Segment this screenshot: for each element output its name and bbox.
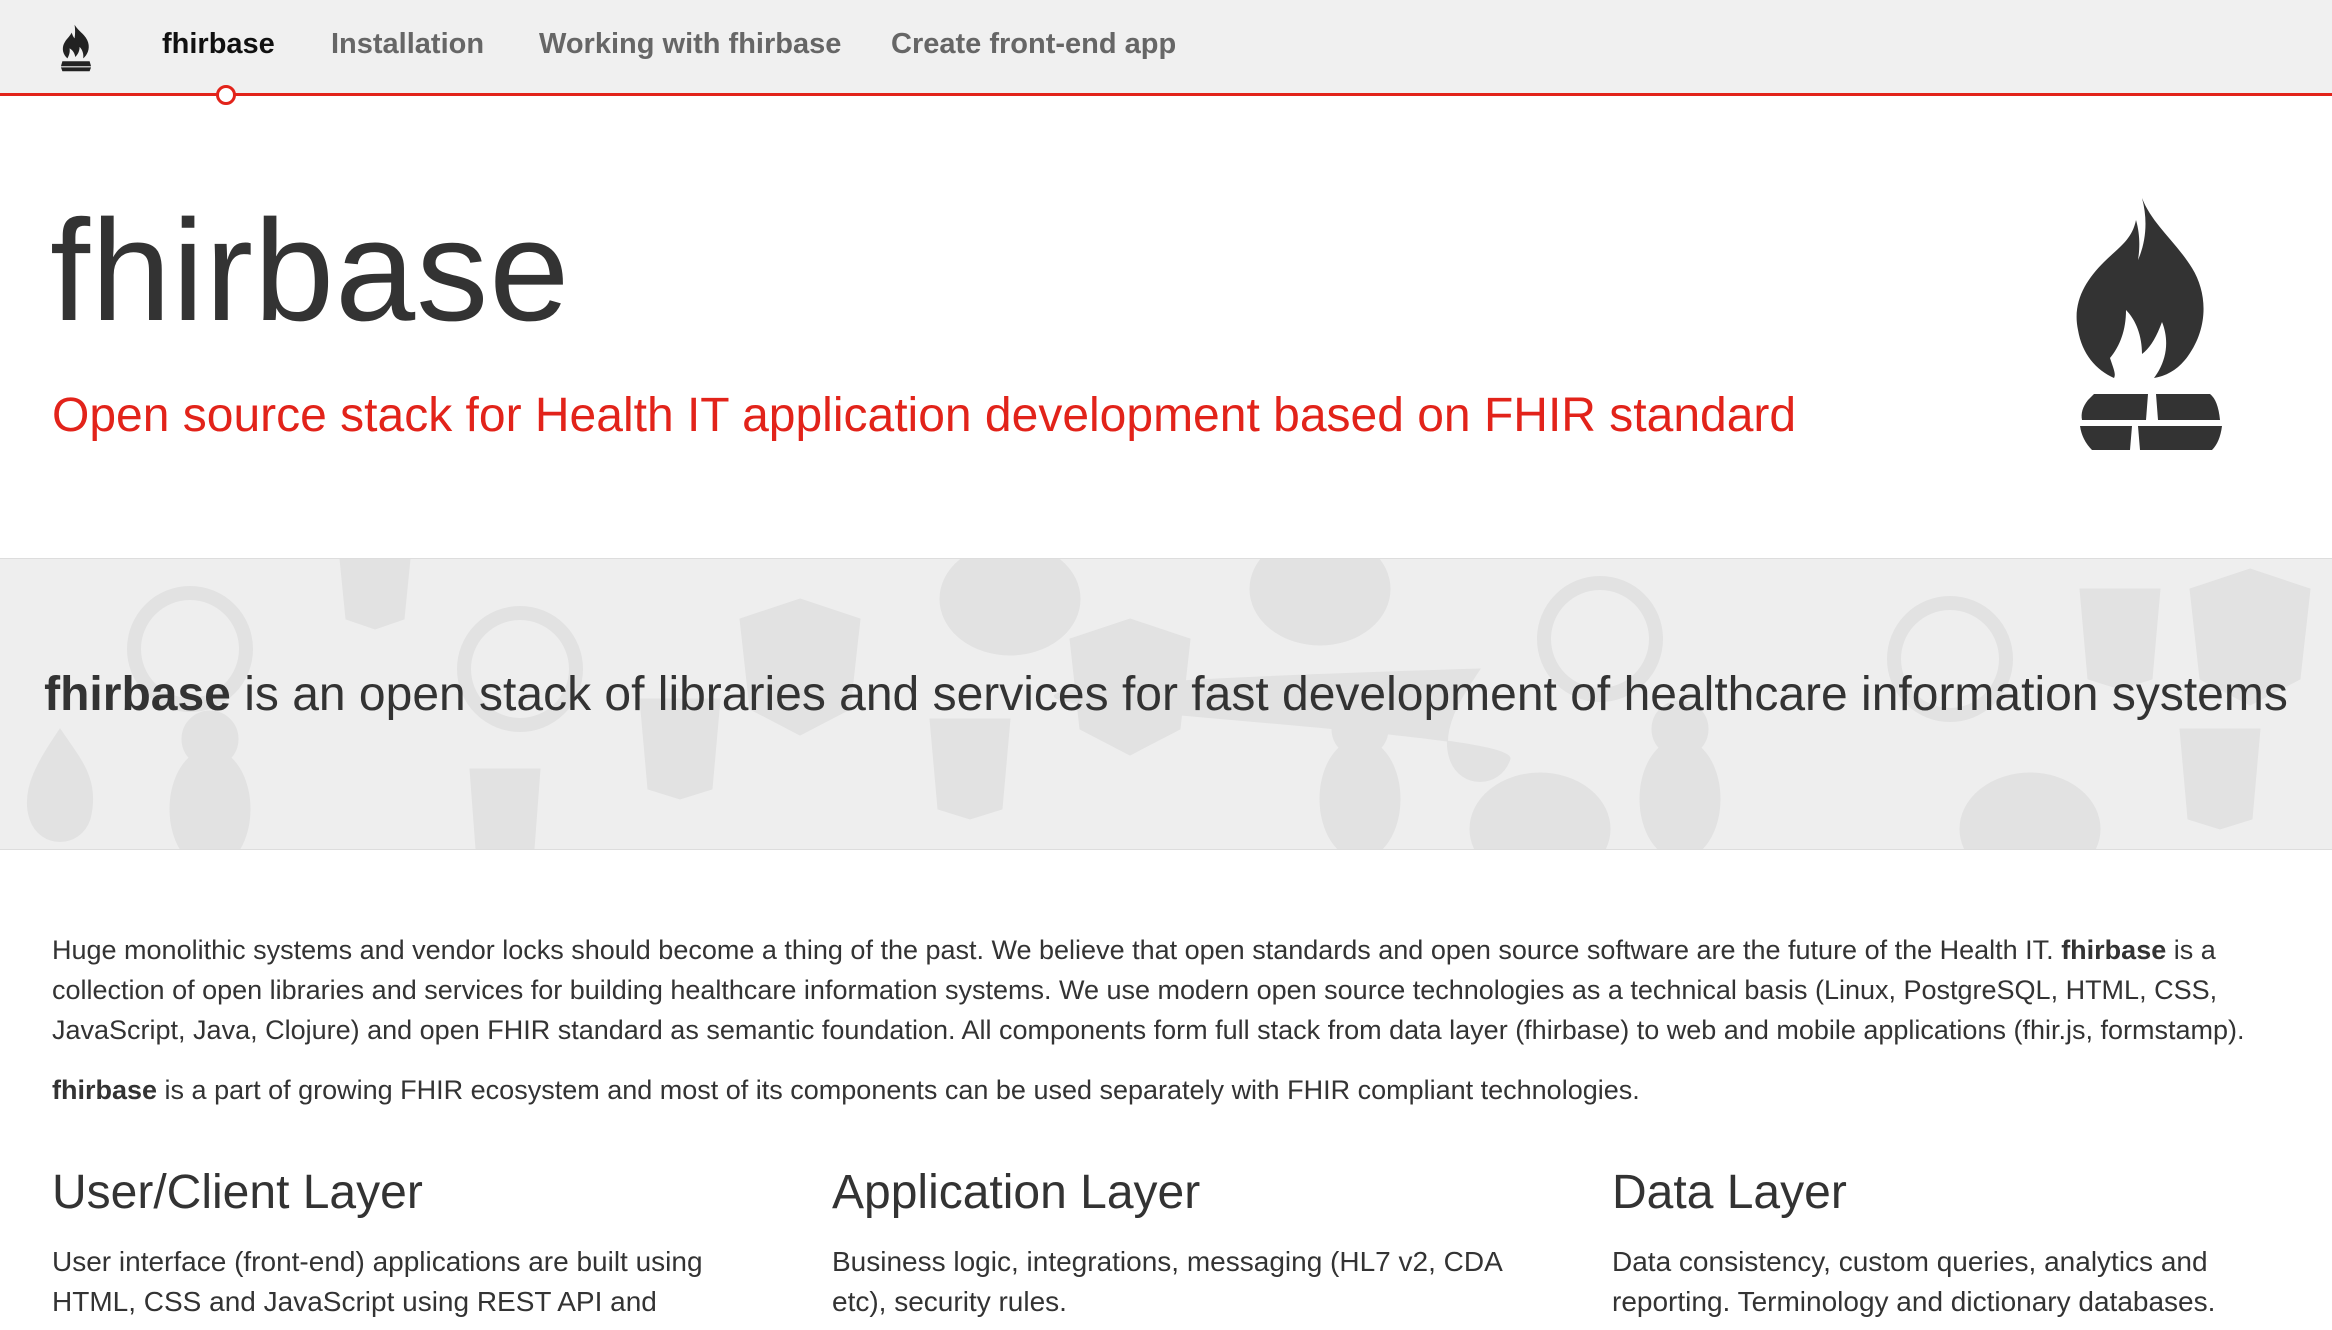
- column-title: User/Client Layer: [52, 1166, 423, 1219]
- column-data-layer: Data Layer Data consistency, custom quer…: [1612, 1164, 2312, 1322]
- html5-icon: [339, 559, 411, 630]
- column-title: Data Layer: [1612, 1166, 1847, 1219]
- nav-logo-icon[interactable]: [58, 24, 94, 72]
- tagline-brand: fhirbase: [44, 668, 231, 721]
- tagline-text: is an open stack of libraries and servic…: [230, 668, 2288, 721]
- column-title: Application Layer: [832, 1166, 1201, 1219]
- nav-item-fhirbase[interactable]: fhirbase: [162, 27, 275, 61]
- intro-brand: fhirbase: [2061, 935, 2167, 965]
- postgresql-elephant-icon: [939, 559, 1081, 656]
- postgresql-elephant-icon: [1469, 772, 1611, 849]
- intro-text-a: Huge monolithic systems and vendor locks…: [52, 935, 2062, 965]
- fhirbase-flame-icon: [26, 728, 94, 842]
- column-text: Business logic, integrations, messaging …: [832, 1246, 1502, 1317]
- tagline-banner: fhirbase is an open stack of libraries a…: [0, 558, 2332, 850]
- html5-icon: [2179, 728, 2261, 830]
- nav-item-create-front-end-app[interactable]: Create front-end app: [891, 27, 1176, 61]
- hero-logo: [2070, 198, 2234, 456]
- html5-icon: [469, 768, 541, 849]
- page-subtitle: Open source stack for Health IT applicat…: [52, 389, 1797, 442]
- column-user-client-layer: User/Client Layer User interface (front-…: [52, 1164, 752, 1322]
- tagline: fhirbase is an open stack of libraries a…: [0, 665, 2332, 725]
- column-text: User interface (front-end) applications …: [52, 1246, 703, 1317]
- ecosystem-text: is a part of growing FHIR ecosystem and …: [157, 1075, 1640, 1105]
- top-navbar: fhirbase Installation Working with fhirb…: [0, 0, 2332, 105]
- html5-icon: [929, 718, 1011, 820]
- intro-paragraph: Huge monolithic systems and vendor locks…: [52, 930, 2328, 1050]
- fhirbase-flame-icon: [2076, 198, 2222, 450]
- column-text: Data consistency, custom queries, analyt…: [1612, 1246, 2216, 1317]
- active-nav-indicator: [216, 85, 236, 105]
- postgresql-elephant-icon: [1959, 772, 2101, 849]
- ecosystem-paragraph: fhirbase is a part of growing FHIR ecosy…: [52, 1070, 2292, 1110]
- page-title: fhirbase: [50, 190, 571, 351]
- ecosystem-brand: fhirbase: [52, 1075, 158, 1105]
- postgresql-elephant-icon: [1249, 559, 1391, 646]
- linux-penguin-icon: [169, 710, 251, 849]
- nav-item-installation[interactable]: Installation: [331, 27, 484, 61]
- column-application-layer: Application Layer Business logic, integr…: [832, 1164, 1532, 1322]
- nav-item-working-with-fhirbase[interactable]: Working with fhirbase: [539, 27, 841, 61]
- fhirbase-flame-icon: [60, 24, 92, 72]
